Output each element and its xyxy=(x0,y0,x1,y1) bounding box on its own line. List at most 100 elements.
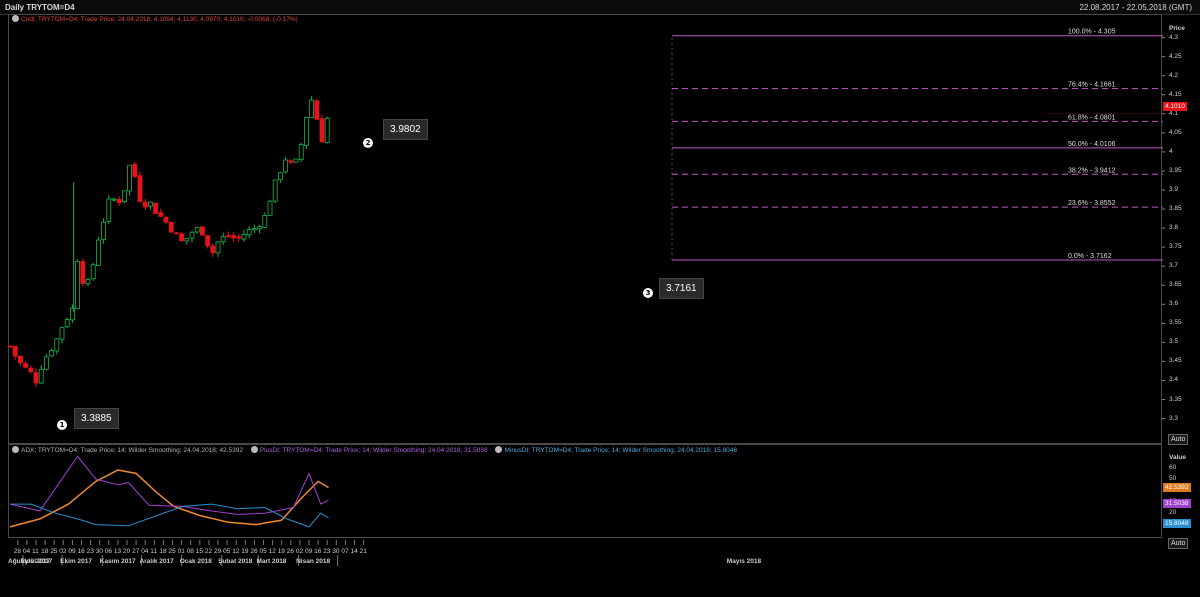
date-tick-label: 25 xyxy=(168,548,176,555)
candle-body xyxy=(257,226,263,230)
month-label: Kasım 2017 xyxy=(99,558,136,565)
date-tick-label: 12 xyxy=(232,548,240,555)
month-label: Eylül 2017 xyxy=(20,558,53,565)
date-tick-label: 18 xyxy=(41,548,49,555)
candle-body xyxy=(142,201,148,208)
candle-body xyxy=(184,238,190,242)
date-tick-label: 26 xyxy=(250,548,258,555)
date-tick-label: 27 xyxy=(132,548,140,555)
candle-body xyxy=(17,355,23,364)
date-tick-label: 23 xyxy=(323,548,331,555)
fib-level-label: 76.4% - 4.1661 xyxy=(1068,82,1116,89)
candle-body xyxy=(179,233,185,242)
date-tick-label: 19 xyxy=(277,548,285,555)
candle-body xyxy=(210,245,216,254)
date-tick-label: 30 xyxy=(95,548,103,555)
candle-body xyxy=(215,241,221,254)
date-tick-label: 13 xyxy=(113,548,122,555)
date-tick-label: 22 xyxy=(204,548,213,555)
candle-body xyxy=(303,117,309,146)
date-tick-label: 15 xyxy=(195,548,204,555)
candle-body xyxy=(111,198,117,201)
month-label: Ocak 2018 xyxy=(179,558,212,565)
candle-body xyxy=(277,172,283,181)
candle-body xyxy=(246,229,252,236)
month-label: Mayıs 2018 xyxy=(726,558,762,565)
month-label: Şubat 2018 xyxy=(218,558,253,565)
candle-body xyxy=(28,367,34,372)
date-tick-label: 11 xyxy=(150,548,158,555)
candle-body xyxy=(106,198,112,222)
candle-body xyxy=(80,261,86,284)
candle-body xyxy=(314,100,320,120)
candle-body xyxy=(225,235,231,237)
candle-body xyxy=(64,319,70,328)
candle-body xyxy=(85,279,91,285)
candle-body xyxy=(158,212,164,217)
candle-body xyxy=(132,163,138,177)
date-tick-label: 02 xyxy=(295,548,304,555)
candle-body xyxy=(23,363,29,368)
date-tick-label: 21 xyxy=(359,548,367,555)
date-tick-label: 25 xyxy=(50,548,58,555)
date-tick-label: 30 xyxy=(332,548,340,555)
date-tick-label: 02 xyxy=(59,548,67,555)
candle-body xyxy=(288,160,294,163)
candle-body xyxy=(75,260,80,310)
date-tick-label: 09 xyxy=(305,548,313,555)
candle-body xyxy=(194,227,200,233)
date-tick-label: 06 xyxy=(104,548,113,555)
candle-body xyxy=(38,368,44,384)
date-tick-label: 01 xyxy=(177,548,185,555)
fib-level-label: 100.0% - 4.305 xyxy=(1068,29,1116,36)
date-tick-label: 28 xyxy=(13,548,22,555)
date-tick-label: 14 xyxy=(350,548,358,555)
candle-body xyxy=(324,117,330,143)
candle-body xyxy=(7,345,13,348)
candle-body xyxy=(293,158,299,163)
candle-body xyxy=(241,234,247,240)
candle-body xyxy=(231,235,237,239)
candle-body xyxy=(168,222,174,233)
date-tick-label: 04 xyxy=(22,548,31,555)
date-tick-label: 05 xyxy=(259,548,267,555)
chart-canvas[interactable]: 100.0% - 4.305 76.4% - 4.1661 61.8% - 4.08… xyxy=(0,0,1200,597)
minusdi-line xyxy=(10,503,329,528)
candle-body xyxy=(267,200,273,216)
plusdi-line xyxy=(9,455,329,515)
date-tick-label: 07 xyxy=(341,548,349,555)
candle-body xyxy=(127,164,132,192)
month-label: Aralık 2017 xyxy=(139,558,174,565)
candle-body xyxy=(44,356,49,370)
date-tick-label: 23 xyxy=(86,548,94,555)
date-tick-label: 18 xyxy=(159,548,167,555)
date-tick-label: 08 xyxy=(186,548,194,555)
fib-level-label: 50.0% - 4.0106 xyxy=(1068,141,1116,148)
candle-body xyxy=(54,338,60,352)
candle-body xyxy=(298,144,304,161)
candle-body xyxy=(49,350,54,357)
date-tick-label: 29 xyxy=(214,548,222,555)
candle-body xyxy=(12,345,18,357)
date-tick-label: 11 xyxy=(32,548,39,555)
date-tick-label: 16 xyxy=(314,548,322,555)
candle-body xyxy=(90,264,96,280)
candle-body xyxy=(189,231,195,239)
month-label: Nisan 2018 xyxy=(296,558,331,565)
candle-body xyxy=(205,235,211,247)
candle-body xyxy=(309,99,315,118)
month-label: Mart 2018 xyxy=(256,558,287,565)
candle-body xyxy=(236,236,242,239)
date-tick-label: 26 xyxy=(286,548,295,555)
fib-level-label: 61.8% - 4.0801 xyxy=(1068,114,1116,121)
date-tick-label: 19 xyxy=(241,548,249,555)
candle-body xyxy=(137,175,143,202)
candle-body xyxy=(116,198,122,204)
month-label: Ekim 2017 xyxy=(60,558,92,565)
candle-body xyxy=(173,232,179,235)
candle-body xyxy=(272,179,278,202)
candle-body xyxy=(251,228,257,231)
candle-body xyxy=(33,372,39,384)
adx-line xyxy=(9,469,329,528)
candle-body xyxy=(153,202,159,214)
